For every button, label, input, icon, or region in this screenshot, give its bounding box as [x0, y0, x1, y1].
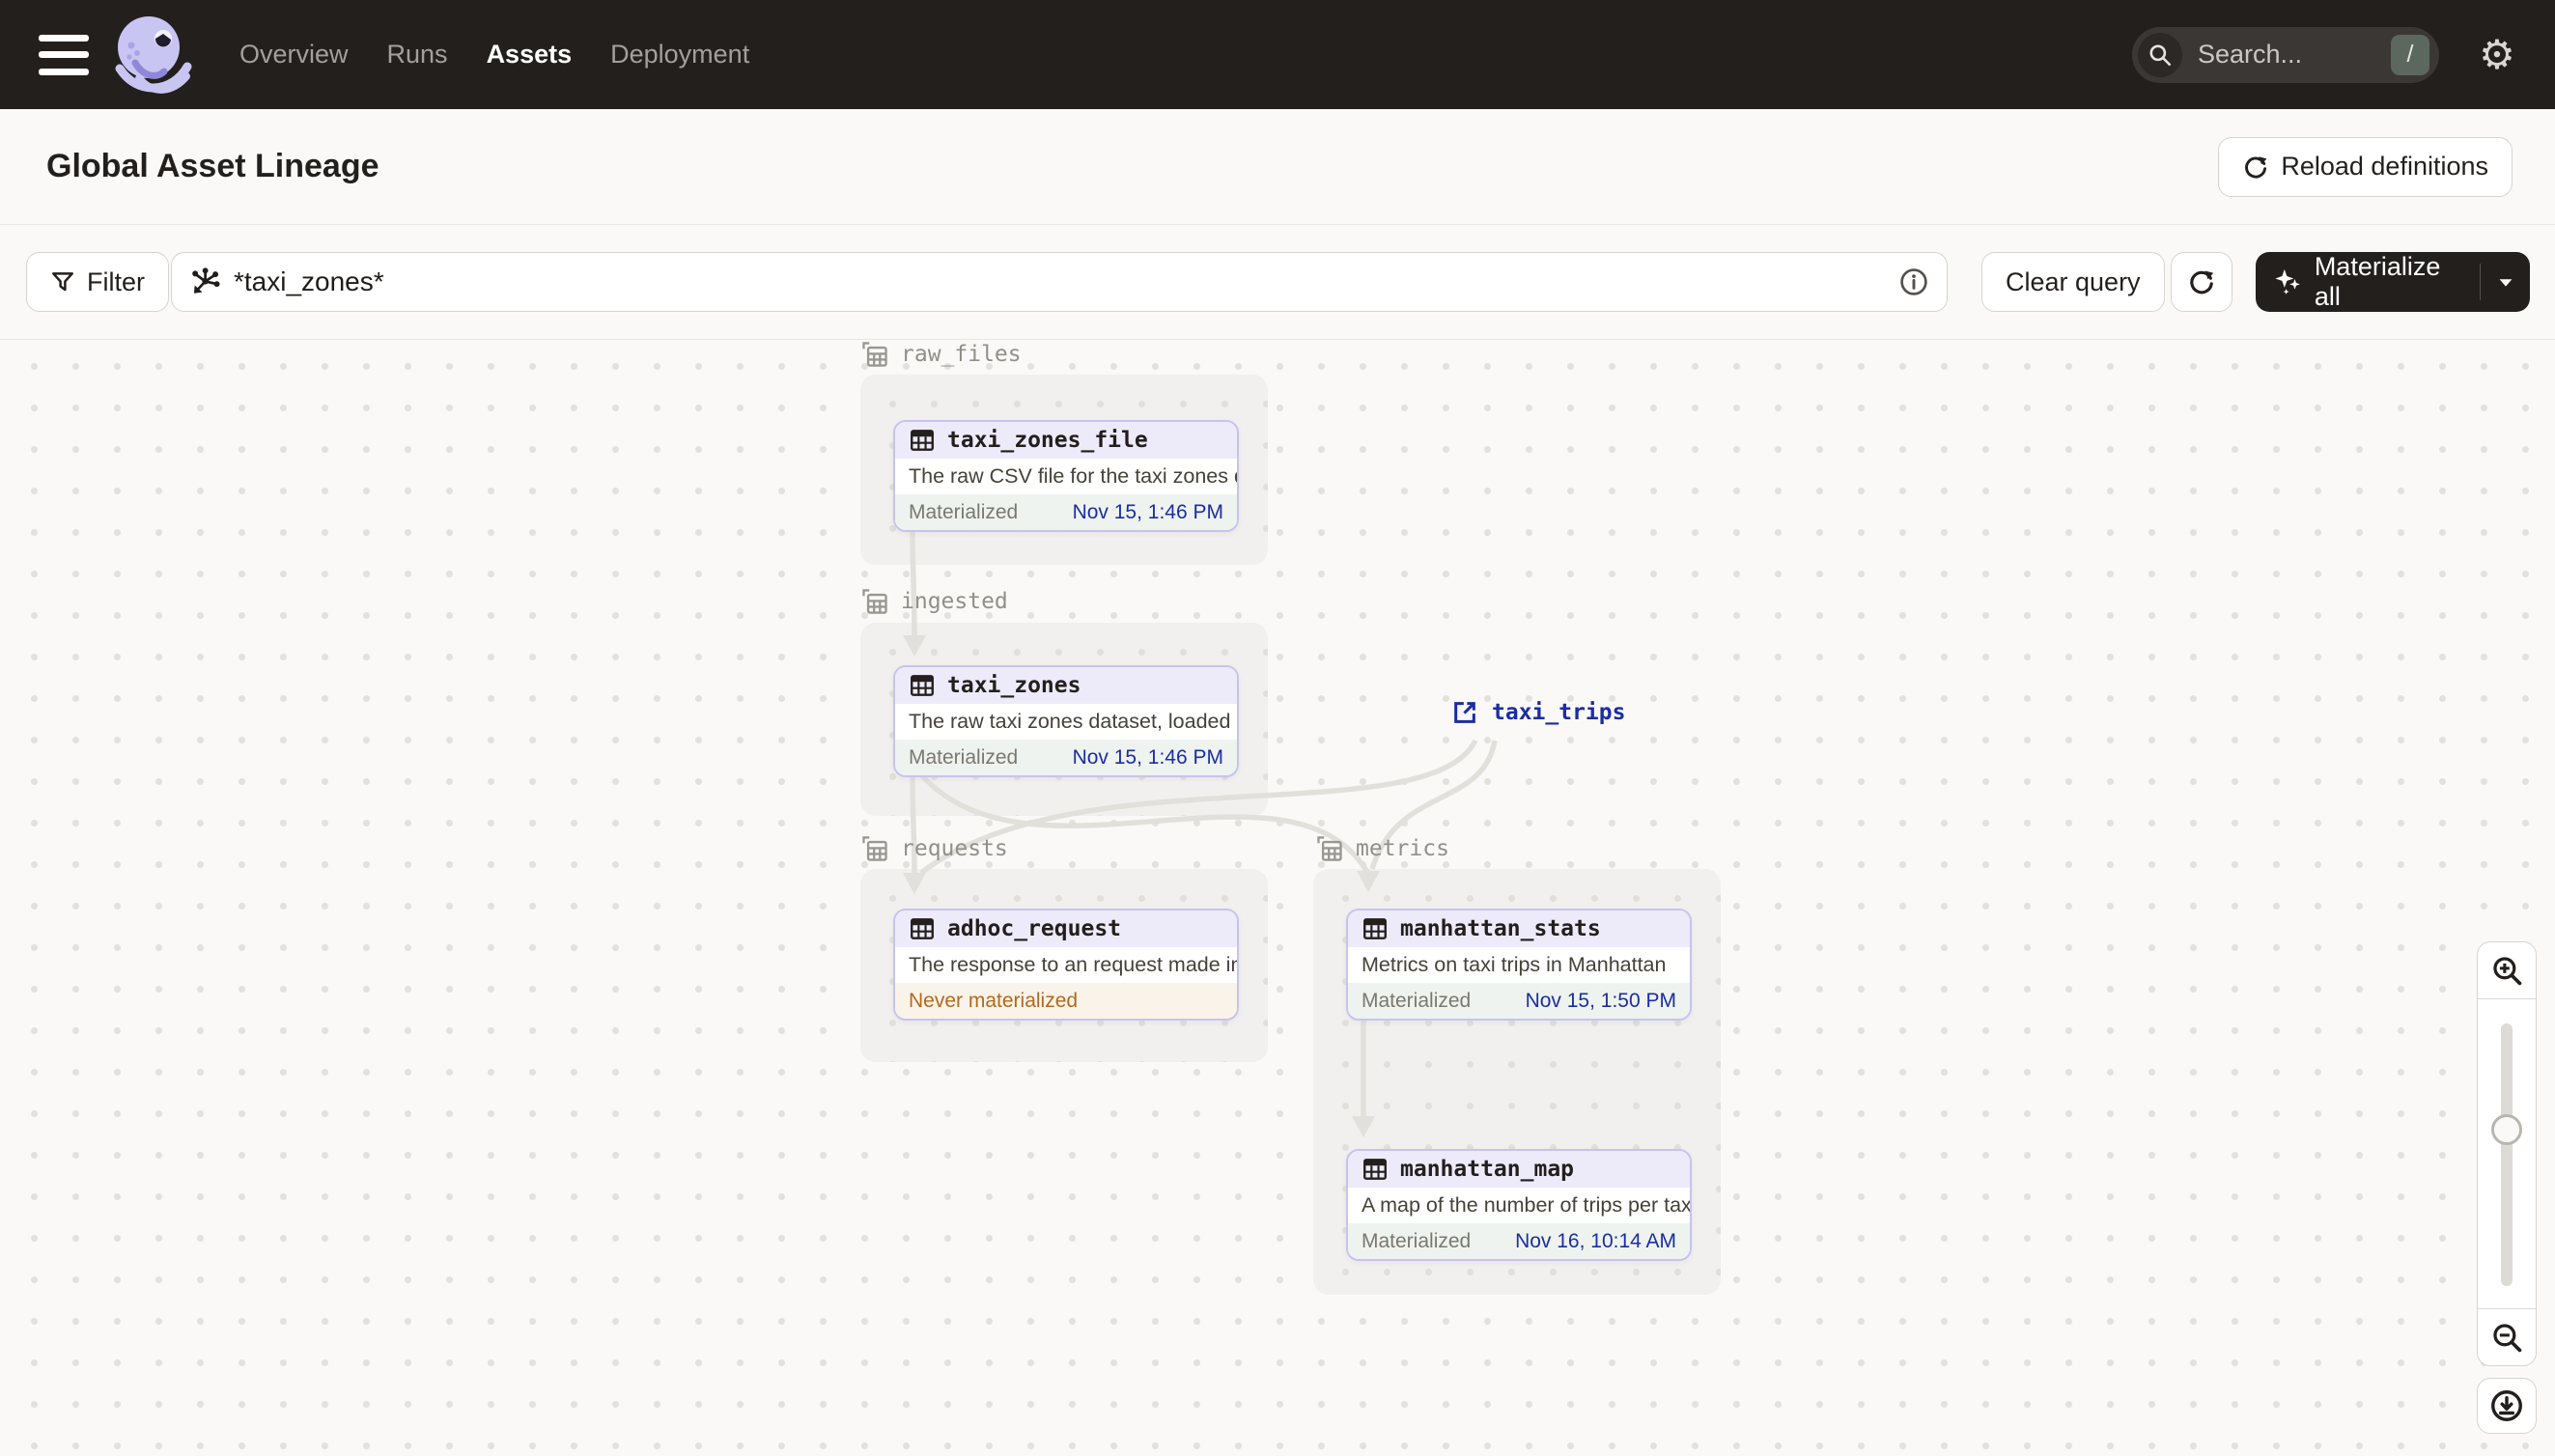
table-icon — [1363, 1159, 1387, 1180]
zoom-controls — [2477, 941, 2537, 1366]
asset-node-manhattan-stats[interactable]: manhattan_stats Metrics on taxi trips in… — [1346, 909, 1692, 1021]
group-label-requests[interactable]: requests — [860, 834, 1008, 863]
asset-description: The response to an request made in th... — [909, 953, 1237, 976]
zoom-in-icon — [2493, 957, 2522, 986]
refresh-icon — [2245, 155, 2267, 178]
external-asset-taxi-trips[interactable]: taxi_trips — [1451, 699, 1625, 726]
group-table-icon — [1317, 836, 1342, 861]
asset-node-taxi-zones[interactable]: taxi_zones The raw taxi zones dataset, l… — [893, 665, 1239, 777]
group-table-icon — [862, 836, 887, 861]
nav-links: Overview Runs Assets Deployment — [239, 40, 749, 70]
search-shortcut-badge: / — [2391, 34, 2429, 75]
asset-node-taxi-zones-file[interactable]: taxi_zones_file The raw CSV file for the… — [893, 420, 1239, 532]
settings-gear-icon[interactable]: ⚙ — [2439, 31, 2555, 78]
asset-status-row: Materialized Nov 15, 1:46 PM — [895, 494, 1237, 530]
status-label: Materialized — [909, 745, 1019, 769]
group-table-icon — [862, 589, 887, 614]
materialization-timestamp[interactable]: Nov 16, 10:14 AM — [1515, 1230, 1676, 1253]
asset-name: taxi_zones — [947, 673, 1081, 698]
search-icon — [2138, 32, 2182, 77]
table-icon — [911, 430, 934, 451]
external-link-icon — [1454, 702, 1475, 723]
nav-item-overview[interactable]: Overview — [239, 40, 349, 70]
zoom-in-button[interactable] — [2478, 942, 2536, 998]
materialize-options-caret[interactable] — [2481, 252, 2530, 312]
filter-button[interactable]: Filter — [26, 252, 169, 312]
table-icon — [911, 675, 934, 696]
asset-selection-input[interactable] — [171, 252, 1948, 312]
chevron-down-icon — [2499, 279, 2513, 287]
asset-graph-icon — [192, 267, 220, 294]
page-title: Global Asset Lineage — [46, 148, 379, 184]
asset-status-row: Materialized Nov 15, 1:46 PM — [895, 740, 1237, 775]
lineage-toolbar: Filter Cl — [0, 225, 2555, 340]
top-nav: Overview Runs Assets Deployment / ⚙ — [0, 0, 2555, 109]
status-label: Never materialized — [909, 989, 1079, 1012]
group-label-metrics[interactable]: metrics — [1315, 834, 1449, 863]
asset-status-row: Never materialized — [895, 983, 1237, 1019]
zoom-slider[interactable] — [2478, 998, 2536, 1309]
status-label: Materialized — [1362, 989, 1472, 1012]
zoom-out-button[interactable] — [2478, 1309, 2536, 1365]
page-header: Global Asset Lineage Reload definitions — [0, 109, 2555, 225]
sparkle-icon — [2275, 268, 2300, 295]
materialization-timestamp[interactable]: Nov 15, 1:50 PM — [1526, 990, 1676, 1013]
zoom-slider-track[interactable] — [2501, 1023, 2513, 1286]
nav-item-deployment[interactable]: Deployment — [610, 40, 749, 70]
materialize-all-button[interactable]: Materialize all — [2256, 252, 2530, 312]
dagster-logo[interactable] — [110, 11, 193, 99]
asset-status-row: Materialized Nov 15, 1:50 PM — [1348, 983, 1690, 1019]
group-table-icon — [862, 342, 887, 367]
funnel-icon — [52, 272, 73, 292]
asset-description: A map of the number of trips per taxi z.… — [1362, 1193, 1690, 1217]
asset-description: The raw CSV file for the taxi zones dat.… — [909, 464, 1237, 488]
zoom-out-icon — [2493, 1324, 2522, 1353]
download-icon — [2491, 1390, 2522, 1421]
reload-definitions-button[interactable]: Reload definitions — [2218, 136, 2513, 197]
asset-description: Metrics on taxi trips in Manhattan — [1362, 953, 1667, 976]
global-search[interactable]: / — [2132, 26, 2439, 83]
asset-name: adhoc_request — [947, 916, 1122, 941]
zoom-slider-thumb[interactable] — [2491, 1114, 2522, 1145]
materialization-timestamp[interactable]: Nov 15, 1:46 PM — [1073, 501, 1223, 524]
download-graph-button[interactable] — [2477, 1378, 2537, 1434]
asset-name: manhattan_map — [1400, 1157, 1575, 1182]
asset-name: taxi_zones_file — [947, 428, 1148, 453]
status-label: Materialized — [1362, 1229, 1472, 1252]
group-label-ingested[interactable]: ingested — [860, 587, 1008, 616]
asset-node-manhattan-map[interactable]: manhattan_map A map of the number of tri… — [1346, 1149, 1692, 1261]
hamburger-menu-icon[interactable] — [39, 34, 89, 75]
materialization-timestamp[interactable]: Nov 15, 1:46 PM — [1073, 746, 1223, 770]
asset-status-row: Materialized Nov 16, 10:14 AM — [1348, 1223, 1690, 1259]
group-label-raw-files[interactable]: raw_files — [860, 340, 1022, 369]
table-icon — [911, 918, 934, 939]
search-input[interactable] — [2182, 40, 2391, 70]
refresh-icon — [2190, 270, 2214, 294]
asset-node-adhoc-request[interactable]: adhoc_request The response to an request… — [893, 909, 1239, 1021]
asset-selection-query[interactable] — [234, 266, 1898, 297]
info-icon[interactable] — [1898, 266, 1929, 297]
nav-item-assets[interactable]: Assets — [487, 40, 573, 70]
status-label: Materialized — [909, 500, 1019, 523]
asset-name: manhattan_stats — [1400, 916, 1601, 941]
lineage-canvas[interactable]: raw_files ingested requests metrics taxi… — [0, 340, 2555, 1456]
lineage-edges — [903, 529, 1498, 1137]
table-icon — [1363, 918, 1387, 939]
asset-description: The raw taxi zones dataset, loaded int..… — [909, 710, 1237, 733]
clear-query-button[interactable]: Clear query — [1981, 252, 2165, 312]
refresh-graph-button[interactable] — [2171, 252, 2232, 312]
nav-item-runs[interactable]: Runs — [387, 40, 448, 70]
